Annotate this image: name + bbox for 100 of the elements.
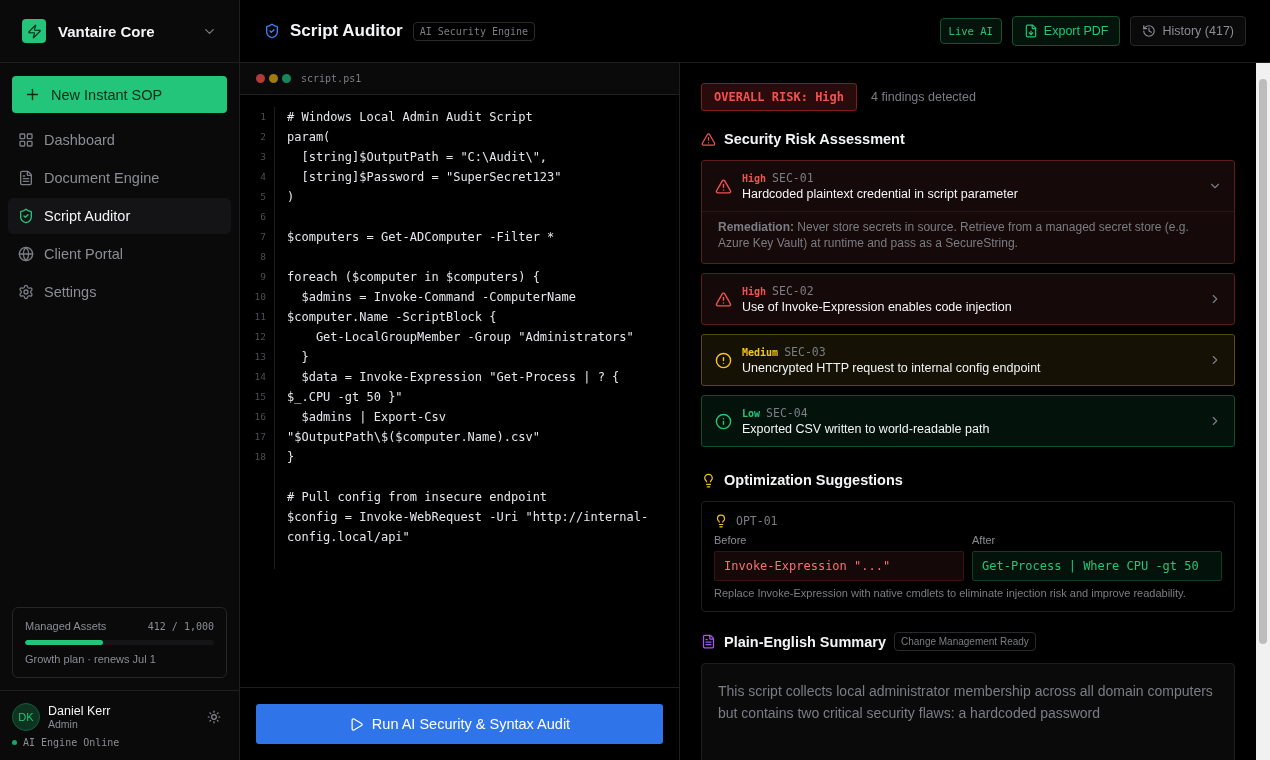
after-code: Get-Process | Where CPU -gt 50 bbox=[972, 551, 1222, 581]
code-line: [string]$OutputPath = "C:\Audit\", bbox=[300, 149, 549, 166]
usage-label: Managed Assets bbox=[25, 620, 107, 632]
line-number: 15 bbox=[253, 390, 266, 404]
page-title: Script Auditor bbox=[290, 21, 403, 41]
line-number: 2 bbox=[259, 130, 266, 144]
code-line: $_.CPU -gt 50 }" bbox=[287, 389, 404, 406]
severity-label: Medium bbox=[742, 347, 779, 358]
warning-icon bbox=[701, 131, 716, 147]
export-button[interactable]: Export PDF bbox=[1011, 16, 1121, 46]
code-line: $admins | Export-Csv bbox=[300, 409, 447, 426]
code-line: ) bbox=[287, 189, 296, 206]
code-line: # Pull config from insecure endpoint bbox=[287, 489, 549, 506]
plus-icon bbox=[24, 86, 41, 103]
after-label: After bbox=[972, 534, 997, 546]
shield-icon bbox=[264, 23, 280, 39]
section-title: Plain-English Summary bbox=[724, 633, 886, 650]
nav-item[interactable]: Client Portal bbox=[8, 236, 231, 272]
scrollbar[interactable] bbox=[1256, 63, 1270, 760]
file-name: script.ps1 bbox=[301, 73, 362, 84]
code-line: } bbox=[287, 449, 296, 466]
finding-id: SEC-03 bbox=[784, 345, 826, 359]
workspace-name: Vantaire Core bbox=[58, 22, 156, 40]
finding-title: Unencrypted HTTP request to internal config endpoint bbox=[742, 361, 1042, 375]
code-line: config.local/api" bbox=[287, 529, 411, 546]
code-line: } bbox=[300, 349, 310, 366]
line-number: 7 bbox=[259, 230, 266, 244]
code-line: $data = Invoke-Expression "Get-Process | ? { bbox=[300, 369, 621, 386]
severity-icon bbox=[715, 351, 732, 369]
new-sop-button[interactable]: New Instant SOP bbox=[12, 76, 227, 113]
line-number: 6 bbox=[259, 210, 266, 224]
run-audit-button[interactable]: Run AI Security & Syntax Audit bbox=[256, 704, 663, 744]
logo-icon bbox=[22, 19, 46, 43]
finding-card[interactable]: Medium SEC-03 Unencrypted HTTP request to internal config endpoint bbox=[701, 334, 1235, 386]
severity-label: High bbox=[742, 286, 767, 297]
line-number: 3 bbox=[259, 150, 266, 164]
history-icon bbox=[1142, 24, 1157, 38]
summary-text: This script collects local administrator membership across all domain computers but contains two critical security flaws: a hardcoded password bbox=[718, 682, 1214, 723]
window-dot bbox=[282, 74, 291, 83]
grid-icon bbox=[18, 132, 34, 148]
plan-text: Growth plan · renews Jul 1 bbox=[25, 653, 157, 665]
code-line: $config = Invoke-WebRequest -Uri "http://internal- bbox=[287, 509, 649, 526]
status-dot bbox=[12, 740, 17, 745]
line-number: 1 bbox=[259, 110, 266, 124]
engine-status: AI Engine Online bbox=[23, 737, 120, 748]
finding-card[interactable]: High SEC-02 Use of Invoke-Expression enables code injection bbox=[701, 273, 1235, 325]
severity-icon bbox=[715, 290, 732, 308]
severity-icon bbox=[715, 412, 732, 430]
line-number: 17 bbox=[253, 430, 266, 444]
nav-item[interactable]: Dashboard bbox=[8, 122, 231, 158]
code-line: param( bbox=[287, 129, 332, 146]
code-line: $computers = Get-ADComputer -Filter * bbox=[287, 229, 556, 246]
nav-item[interactable]: Script Auditor bbox=[8, 198, 231, 234]
severity-icon bbox=[715, 177, 732, 195]
window-dot bbox=[256, 74, 265, 83]
line-number: 4 bbox=[259, 170, 266, 184]
severity-label: Low bbox=[742, 408, 761, 419]
line-number: 13 bbox=[253, 350, 266, 364]
section-title: Optimization Suggestions bbox=[724, 472, 903, 488]
user-avatar: DK bbox=[12, 703, 40, 731]
user-role: Admin bbox=[48, 718, 79, 730]
finding-card[interactable]: Low SEC-04 Exported CSV written to world-readable path bbox=[701, 395, 1235, 447]
engine-tag: AI Security Engine bbox=[412, 21, 536, 41]
overall-risk-badge: OVERALL RISK: High bbox=[701, 83, 858, 111]
finding-title: Use of Invoke-Expression enables code injection bbox=[742, 300, 1013, 314]
window-dot bbox=[269, 74, 278, 83]
line-number: 8 bbox=[259, 250, 266, 264]
before-label: Before bbox=[714, 534, 748, 546]
finding-title: Hardcoded plaintext credential in script parameter bbox=[742, 187, 1019, 201]
scrollbar-thumb[interactable] bbox=[1259, 79, 1267, 644]
finding-card[interactable] bbox=[701, 160, 1235, 264]
code-line: $admins = Invoke-Command -ComputerName bbox=[300, 289, 577, 306]
suggestion-note: Replace Invoke-Expression with native cmdlets to eliminate injection risk and improve readability. bbox=[714, 587, 1187, 599]
user-name: Daniel Kerr bbox=[48, 704, 111, 718]
before-code: Invoke-Expression "..." bbox=[714, 551, 964, 581]
history-button[interactable]: History (417) bbox=[1130, 16, 1246, 46]
code-line: [string]$Password = "SuperSecret123" bbox=[300, 169, 563, 186]
code-line: $computer.Name -ScriptBlock { bbox=[287, 309, 498, 326]
line-number: 5 bbox=[259, 190, 266, 204]
nav-item[interactable]: Settings bbox=[8, 274, 231, 310]
finding-title: Exported CSV written to world-readable path bbox=[742, 422, 991, 436]
code-line: Get-LocalGroupMember -Group "Administrators" bbox=[314, 329, 635, 346]
nav-item[interactable]: Document Engine bbox=[8, 160, 231, 196]
sun-icon[interactable] bbox=[207, 710, 221, 724]
lightbulb-icon bbox=[701, 472, 716, 488]
shield-icon bbox=[18, 208, 34, 224]
line-number: 14 bbox=[253, 370, 266, 384]
summary-tag: Change Management Ready bbox=[893, 632, 1036, 651]
line-number: 16 bbox=[253, 410, 266, 424]
section-title: Security Risk Assessment bbox=[724, 131, 905, 147]
play-icon bbox=[348, 716, 364, 732]
severity-label: High bbox=[742, 173, 767, 184]
code-line: "$OutputPath\$($computer.Name).csv" bbox=[287, 429, 541, 446]
line-number: 11 bbox=[253, 310, 266, 324]
document-icon bbox=[18, 170, 34, 186]
file-download-icon bbox=[1023, 24, 1038, 38]
live-tag: Live AI bbox=[939, 18, 1002, 44]
line-number: 12 bbox=[253, 330, 266, 344]
document-icon bbox=[701, 634, 716, 649]
line-number: 18 bbox=[253, 450, 266, 464]
